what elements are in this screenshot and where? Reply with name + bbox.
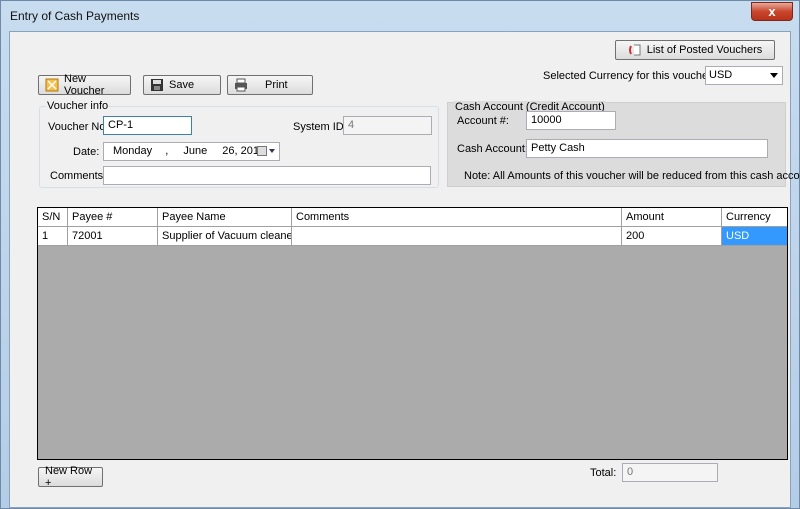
list-icon [628, 43, 642, 57]
table-row[interactable]: 1 72001 Supplier of Vacuum cleaner 200 U… [38, 227, 787, 246]
comments-label: Comments: [50, 170, 107, 182]
new-row-button[interactable]: New Row + [38, 465, 103, 489]
currency-label: Selected Currency for this voucher: [543, 70, 715, 82]
account-number-input[interactable]: 10000 [526, 111, 616, 130]
new-row-label: New Row + [45, 465, 93, 489]
calendar-icon[interactable] [257, 146, 277, 160]
cell-payee-number[interactable]: 72001 [68, 227, 158, 246]
new-document-icon [45, 78, 59, 92]
printer-icon [234, 78, 248, 92]
currency-select[interactable]: USD [705, 66, 783, 85]
date-separator: , [165, 145, 169, 157]
column-header[interactable]: Payee # [68, 208, 158, 227]
posted-vouchers-label: List of Posted Vouchers [646, 44, 763, 56]
print-label: Print [265, 79, 288, 91]
close-button[interactable]: x [751, 2, 793, 21]
date-month: June [183, 145, 208, 157]
cash-account-label: Cash Account: [457, 143, 528, 155]
cash-account-input[interactable]: Petty Cash [526, 139, 768, 158]
date-picker[interactable]: Monday , June 26, 2017 [103, 142, 280, 161]
column-header[interactable]: Currency [722, 208, 787, 227]
save-button[interactable]: Save [143, 75, 221, 95]
payments-grid[interactable]: S/N Payee # Payee Name Comments Amount C… [37, 207, 788, 460]
posted-vouchers-button[interactable]: List of Posted Vouchers [615, 40, 775, 60]
column-header[interactable]: Payee Name [158, 208, 292, 227]
cash-account-note: Note: All Amounts of this voucher will b… [464, 170, 800, 182]
save-icon [150, 78, 164, 92]
title-bar[interactable]: Entry of Cash Payments x [1, 1, 799, 31]
app-window: Entry of Cash Payments x List of Posted … [0, 0, 800, 509]
cell-sn[interactable]: 1 [38, 227, 68, 246]
cell-comments[interactable] [292, 227, 622, 246]
new-voucher-button[interactable]: New Voucher [38, 73, 131, 97]
column-header[interactable]: S/N [38, 208, 68, 227]
system-id-label: System ID: [293, 121, 347, 133]
column-header[interactable]: Amount [622, 208, 722, 227]
cell-currency[interactable]: USD [722, 227, 787, 246]
chevron-down-icon[interactable] [770, 73, 778, 78]
cell-amount[interactable]: 200 [622, 227, 722, 246]
new-voucher-label: New Voucher [64, 73, 105, 97]
voucher-info-legend: Voucher info [46, 100, 110, 112]
print-button[interactable]: Print [227, 75, 313, 95]
client-area: List of Posted Vouchers Selected Currenc… [9, 31, 800, 508]
total-field: 0 [622, 463, 718, 482]
save-label: Save [169, 79, 195, 91]
window-title: Entry of Cash Payments [10, 9, 140, 23]
cell-payee-name[interactable]: Supplier of Vacuum cleaner [158, 227, 292, 246]
currency-value: USD [709, 69, 733, 81]
close-icon: x [768, 4, 776, 19]
system-id-field: 4 [343, 116, 432, 135]
column-header[interactable]: Comments [292, 208, 622, 227]
date-label: Date: [73, 146, 100, 158]
voucher-no-input[interactable]: CP-1 [103, 116, 192, 135]
total-label: Total: [590, 467, 617, 479]
comments-input[interactable] [103, 166, 431, 185]
account-number-label: Account #: [457, 115, 509, 127]
grid-header: S/N Payee # Payee Name Comments Amount C… [38, 208, 787, 227]
cash-account-group: Cash Account (Credit Account) Account #:… [447, 101, 800, 187]
date-weekday: Monday [113, 145, 153, 157]
voucher-no-label: Voucher No: [48, 121, 109, 133]
